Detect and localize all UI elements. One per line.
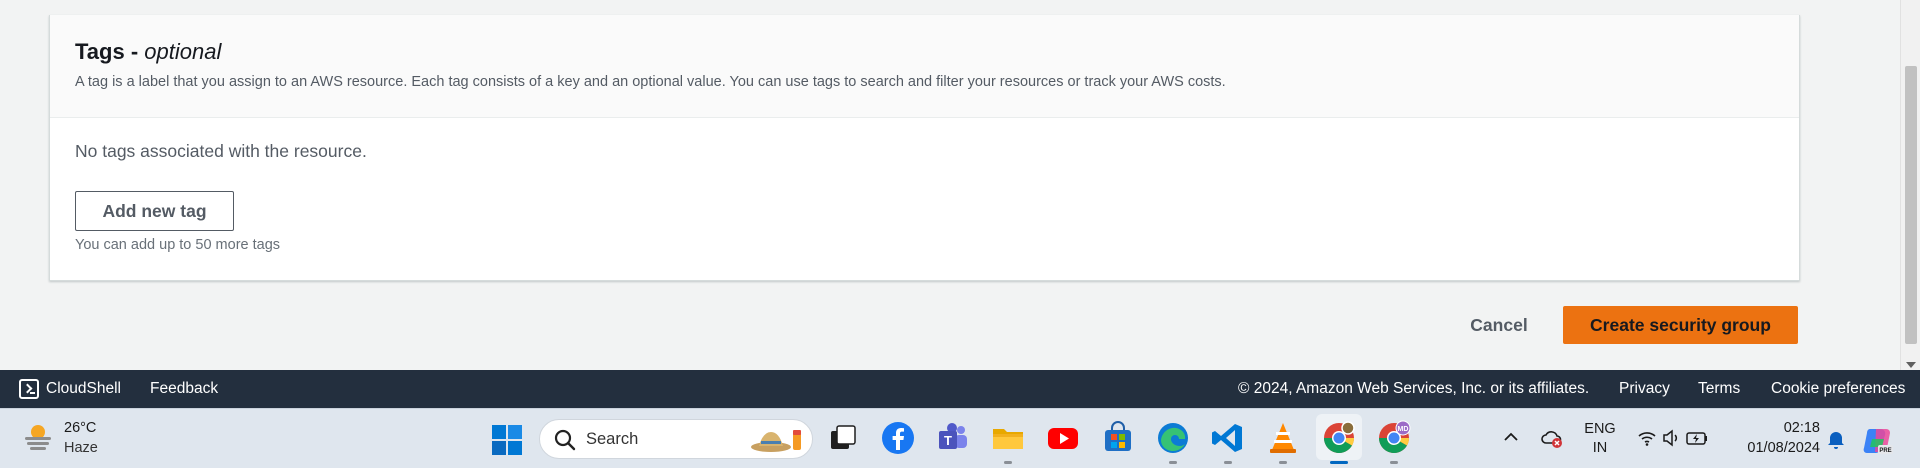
task-view-icon[interactable] xyxy=(825,420,861,456)
copilot-icon[interactable]: PRE xyxy=(1862,425,1894,455)
chrome-icon[interactable] xyxy=(1321,420,1357,456)
file-explorer-icon[interactable] xyxy=(990,420,1026,456)
add-new-tag-button[interactable]: Add new tag xyxy=(75,191,234,231)
optional-label: optional xyxy=(144,39,222,64)
terms-link[interactable]: Terms xyxy=(1698,380,1740,398)
language-indicator-line2[interactable]: IN xyxy=(1583,440,1617,456)
cloudshell-link[interactable]: CloudShell xyxy=(46,380,121,398)
page-scrollbar[interactable] xyxy=(1900,0,1920,370)
battery-charging-icon[interactable] xyxy=(1685,428,1709,448)
wifi-icon[interactable] xyxy=(1637,428,1657,448)
microsoft-edge-icon[interactable] xyxy=(1155,420,1191,456)
cloudshell-icon[interactable] xyxy=(19,379,39,399)
youtube-icon[interactable] xyxy=(1045,420,1081,456)
svg-text:T: T xyxy=(944,433,952,448)
microsoft-teams-icon[interactable]: T xyxy=(935,420,971,456)
aws-console-footer: CloudShell Feedback © 2024, Amazon Web S… xyxy=(0,370,1920,408)
search-placeholder: Search xyxy=(586,430,639,448)
tags-panel: Tags - optional A tag is a label that yo… xyxy=(49,15,1800,281)
language-indicator-line1[interactable]: ENG xyxy=(1583,421,1617,437)
clock-time[interactable]: 02:18 xyxy=(1740,420,1820,436)
file-explorer-running-indicator xyxy=(1004,461,1012,464)
create-security-group-button[interactable]: Create security group xyxy=(1563,306,1798,344)
windows-start-icon[interactable] xyxy=(492,425,522,455)
tags-panel-description: A tag is a label that you assign to an A… xyxy=(75,74,1226,90)
tags-panel-header: Tags - optional A tag is a label that yo… xyxy=(50,15,1799,118)
facebook-icon[interactable] xyxy=(880,420,916,456)
copilot-badge: PRE xyxy=(1879,448,1891,454)
cookie-preferences-link[interactable]: Cookie preferences xyxy=(1771,380,1905,398)
chrome-profile-icon[interactable]: MD xyxy=(1376,420,1412,456)
chrome-active-indicator xyxy=(1330,461,1348,464)
microsoft-store-icon[interactable] xyxy=(1100,420,1136,456)
privacy-link[interactable]: Privacy xyxy=(1619,380,1670,398)
tags-panel-title: Tags - optional xyxy=(75,39,222,64)
haze-weather-icon[interactable] xyxy=(22,421,54,453)
chrome-profile-badge: MD xyxy=(1398,426,1409,433)
chrome-profile-running-indicator xyxy=(1390,461,1398,464)
edge-running-indicator xyxy=(1169,461,1177,464)
show-hidden-icons-chevron-icon[interactable] xyxy=(1502,430,1520,444)
feedback-link[interactable]: Feedback xyxy=(150,380,218,398)
vscode-running-indicator xyxy=(1224,461,1232,464)
notification-bell-icon[interactable] xyxy=(1826,428,1846,450)
search-highlight-hat-icon xyxy=(751,430,801,452)
weather-temperature[interactable]: 26°C xyxy=(64,420,96,436)
scroll-down-arrow-icon[interactable] xyxy=(1906,362,1916,368)
vlc-running-indicator xyxy=(1279,461,1287,464)
scrollbar-thumb[interactable] xyxy=(1905,66,1917,344)
copyright-text: © 2024, Amazon Web Services, Inc. or its… xyxy=(1238,380,1590,397)
vscode-icon[interactable] xyxy=(1210,420,1246,456)
weather-condition[interactable]: Haze xyxy=(64,440,98,456)
windows-taskbar: 26°C Haze Search T MD ENG IN 02:18 01/08… xyxy=(0,408,1920,468)
onedrive-error-icon[interactable] xyxy=(1540,426,1564,450)
clock-date[interactable]: 01/08/2024 xyxy=(1733,440,1820,456)
page-content: Tags - optional A tag is a label that yo… xyxy=(0,0,1900,370)
taskbar-search-box[interactable]: Search xyxy=(539,419,813,459)
tags-limit-hint: You can add up to 50 more tags xyxy=(75,237,281,253)
cancel-button[interactable]: Cancel xyxy=(1452,306,1546,344)
volume-icon[interactable] xyxy=(1661,428,1681,448)
no-tags-message: No tags associated with the resource. xyxy=(75,141,367,161)
search-icon xyxy=(554,429,576,451)
vlc-icon[interactable] xyxy=(1265,420,1301,456)
